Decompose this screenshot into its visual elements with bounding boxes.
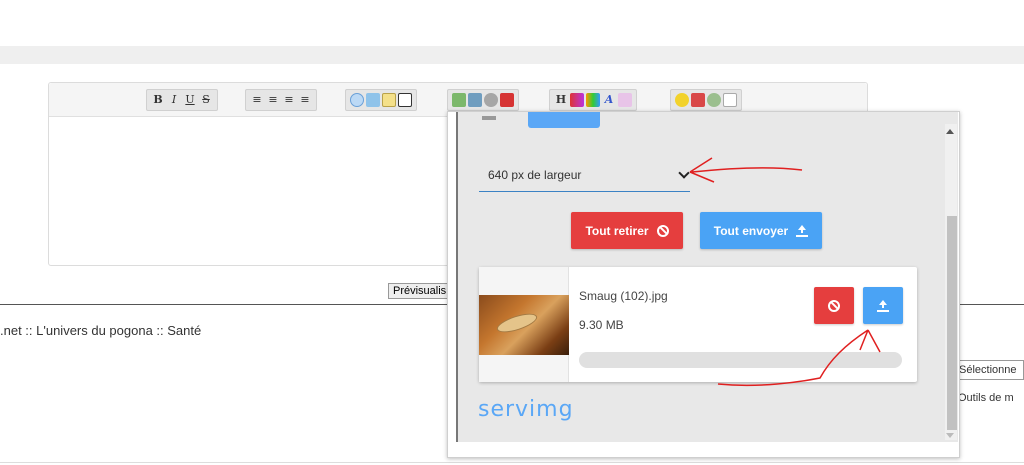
italic-button[interactable]: I xyxy=(167,93,181,107)
scroll-down-icon[interactable] xyxy=(946,433,954,438)
color-icon[interactable] xyxy=(586,93,600,107)
underline-button[interactable]: U xyxy=(183,93,197,107)
servimg-logo: servimg xyxy=(478,397,574,422)
quote-icon[interactable] xyxy=(350,93,364,107)
upload-panel: 640 px de largeur Tout retirer Tout envo… xyxy=(456,112,958,442)
other-icon[interactable] xyxy=(707,93,721,107)
code-icon[interactable] xyxy=(366,93,380,107)
clear-format-icon[interactable] xyxy=(618,93,632,107)
font-size-button[interactable]: A xyxy=(602,93,616,107)
align-justify-icon[interactable]: ≡ xyxy=(298,93,312,107)
upload-progress-bar xyxy=(579,352,902,368)
font-icon[interactable] xyxy=(570,93,584,107)
toolbar-group-format: B I U S xyxy=(146,89,218,111)
remove-file-button[interactable] xyxy=(814,287,854,324)
date-icon[interactable] xyxy=(691,93,705,107)
smiley-icon[interactable] xyxy=(675,93,689,107)
file-name: Smaug (102).jpg xyxy=(579,289,668,303)
file-card: Smaug (102).jpg 9.30 MB xyxy=(479,267,917,382)
image-icon[interactable] xyxy=(452,93,466,107)
toolbar-group-style: H A xyxy=(549,89,637,111)
spoiler-icon[interactable] xyxy=(382,93,396,107)
link-icon[interactable] xyxy=(484,93,498,107)
ban-icon xyxy=(828,299,840,312)
cropped-label xyxy=(482,116,496,120)
bold-button[interactable]: B xyxy=(151,93,165,107)
send-all-label: Tout envoyer xyxy=(713,223,789,238)
breadcrumb: .net :: L'univers du pogona :: Santé xyxy=(0,323,202,338)
image-upload-popup: 640 px de largeur Tout retirer Tout envo… xyxy=(447,111,960,458)
toolbar-group-insert xyxy=(345,89,417,111)
scrollbar[interactable] xyxy=(945,124,957,440)
moderation-tools-label: Outils de m xyxy=(958,392,1014,404)
chevron-down-icon xyxy=(678,167,690,179)
upload-file-button[interactable] xyxy=(863,287,903,324)
remove-all-label: Tout retirer xyxy=(585,223,649,238)
hide-icon[interactable] xyxy=(398,93,412,107)
file-size: 9.30 MB xyxy=(579,318,624,332)
url-button[interactable] xyxy=(528,112,600,128)
width-select-value: 640 px de largeur xyxy=(488,168,582,182)
top-band xyxy=(0,46,1024,64)
upload-icon xyxy=(877,299,889,312)
align-left-icon[interactable]: ≡ xyxy=(250,93,264,107)
align-right-icon[interactable]: ≡ xyxy=(282,93,296,107)
toolbar-group-align: ≡ ≡ ≡ ≡ xyxy=(245,89,317,111)
scroll-thumb[interactable] xyxy=(947,216,957,430)
toolbar-group-media xyxy=(447,89,519,111)
strike-button[interactable]: S xyxy=(199,93,213,107)
lizard-photo xyxy=(479,295,569,355)
toolbar-group-misc xyxy=(670,89,742,111)
source-icon[interactable] xyxy=(723,93,737,107)
width-select[interactable]: 640 px de largeur xyxy=(479,158,690,192)
align-center-icon[interactable]: ≡ xyxy=(266,93,280,107)
heading-button[interactable]: H xyxy=(554,93,568,107)
file-thumbnail xyxy=(479,267,569,382)
remove-all-button[interactable]: Tout retirer xyxy=(571,212,683,249)
jump-select[interactable]: Sélectionne xyxy=(955,360,1024,380)
host-image-icon[interactable] xyxy=(468,93,482,107)
ban-icon xyxy=(656,224,669,237)
scroll-up-icon[interactable] xyxy=(946,129,954,134)
bottom-divider xyxy=(0,462,1024,463)
upload-icon xyxy=(796,224,809,237)
youtube-icon[interactable] xyxy=(500,93,514,107)
send-all-button[interactable]: Tout envoyer xyxy=(700,212,822,249)
